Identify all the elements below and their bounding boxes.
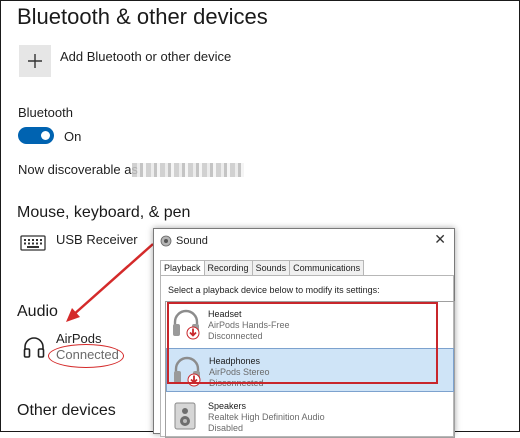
sound-dialog: Sound ✕ Playback Recording Sounds Commun… xyxy=(153,228,455,438)
row-name: Headphones xyxy=(209,356,261,366)
headphones-device-icon xyxy=(174,356,201,387)
dialog-title: Sound xyxy=(176,235,208,247)
row-status: Disconnected xyxy=(209,378,264,388)
tab-recording[interactable]: Recording xyxy=(203,260,253,276)
speakers-device-icon xyxy=(174,402,196,430)
speaker-icon xyxy=(160,235,172,247)
close-icon[interactable]: ✕ xyxy=(434,231,446,248)
device-list: Headset AirPods Hands-Free Disconnected … xyxy=(165,301,455,438)
row-name: Speakers xyxy=(208,401,247,411)
tab-communications[interactable]: Communications xyxy=(289,260,365,276)
playback-panel: Select a playback device below to modify… xyxy=(160,275,455,438)
row-name: Headset xyxy=(208,309,242,319)
row-status: Disconnected xyxy=(208,331,263,341)
row-description: AirPods Stereo xyxy=(209,367,270,377)
dialog-tabs: Playback Recording Sounds Communications xyxy=(160,260,365,276)
headphones-device-icon xyxy=(173,309,200,340)
instruction-text: Select a playback device below to modify… xyxy=(168,285,380,295)
row-description: AirPods Hands-Free xyxy=(208,320,290,330)
row-description: Realtek High Definition Audio xyxy=(208,412,325,422)
device-row-speakers[interactable]: Speakers Realtek High Definition Audio D… xyxy=(166,394,454,437)
tab-playback[interactable]: Playback xyxy=(160,260,205,276)
device-row-headphones[interactable]: Headphones AirPods Stereo Disconnected xyxy=(166,348,454,392)
device-row-headset[interactable]: Headset AirPods Hands-Free Disconnected xyxy=(166,302,454,346)
tab-sounds[interactable]: Sounds xyxy=(251,260,291,276)
